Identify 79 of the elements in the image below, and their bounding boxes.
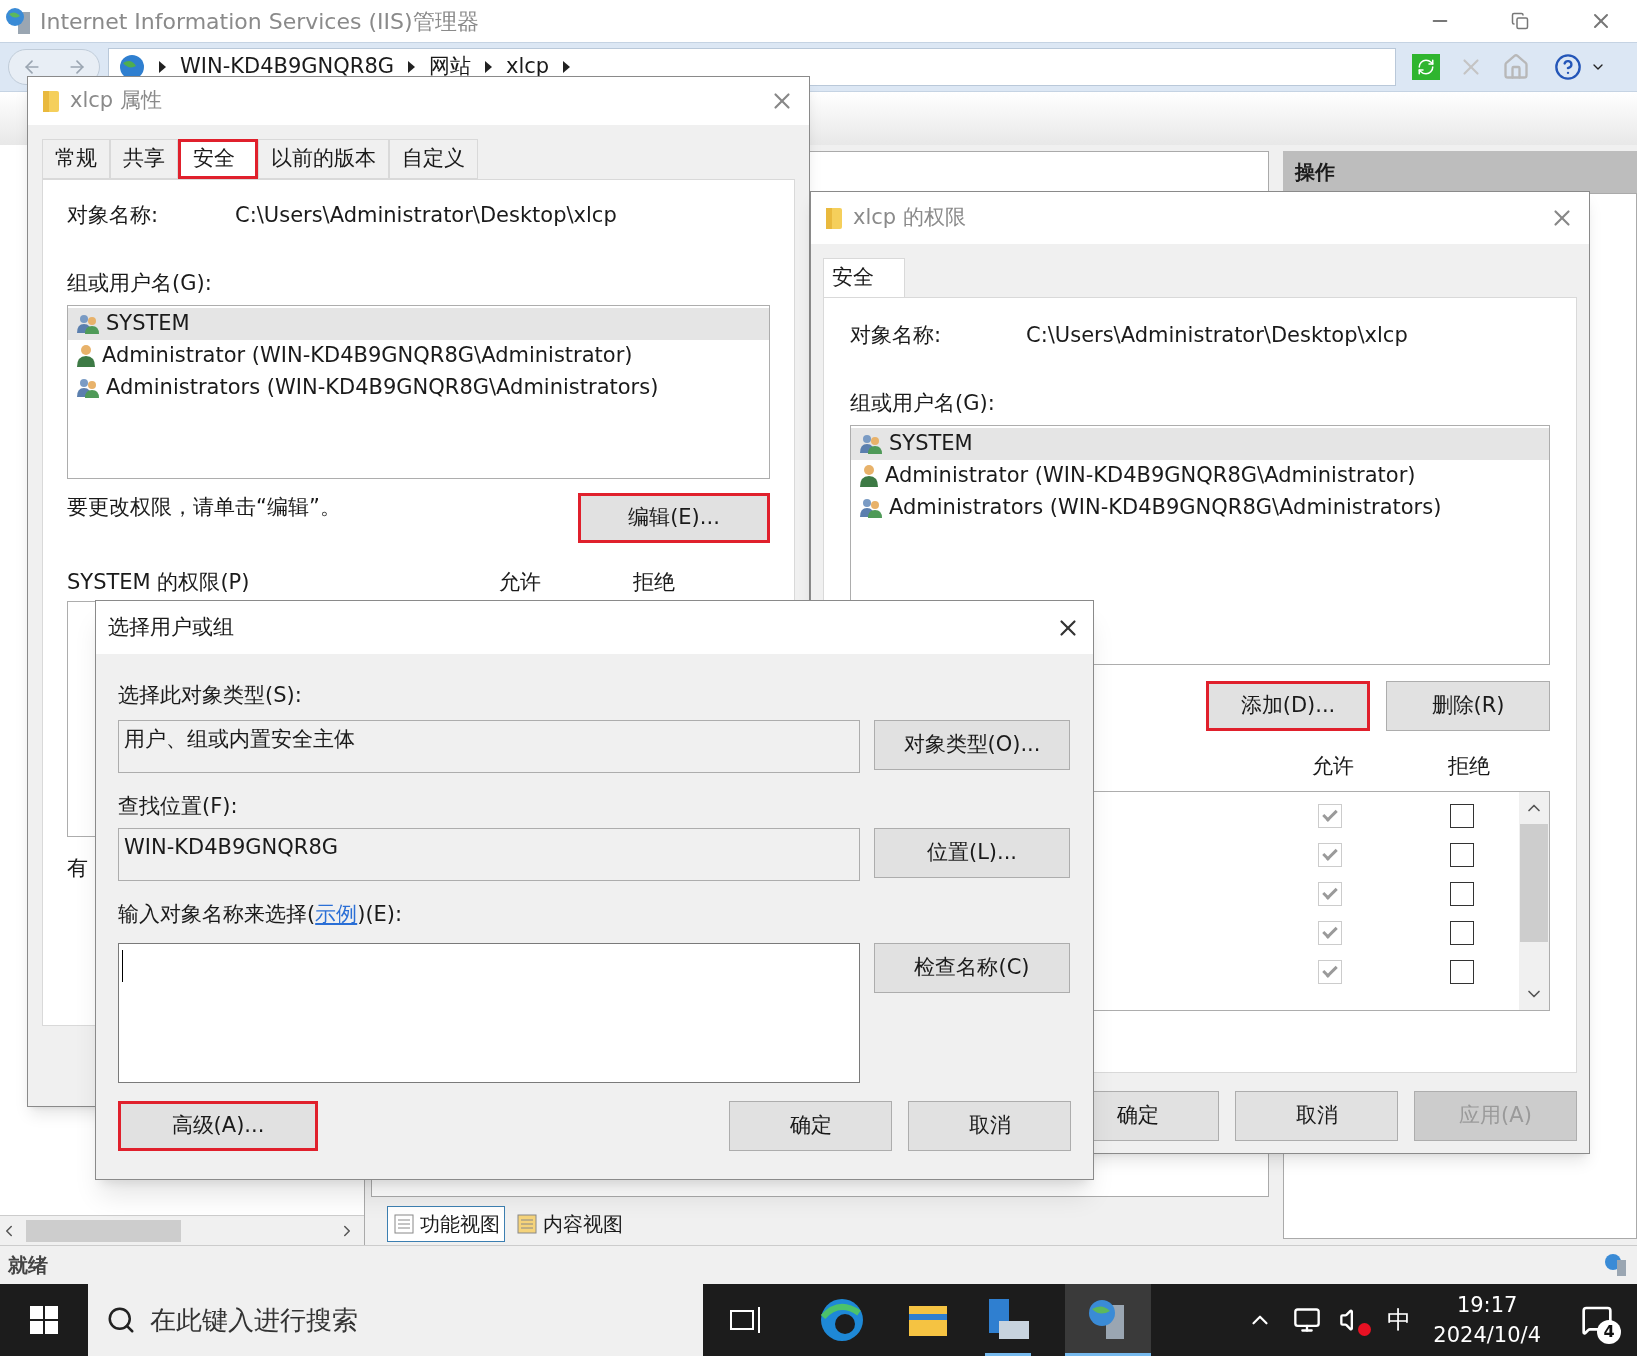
- dialog-title: xlcp 属性: [70, 87, 162, 115]
- input-method-indicator[interactable]: 中: [1387, 1302, 1412, 1338]
- browser-icon[interactable]: [819, 1297, 865, 1343]
- user-list-item[interactable]: Administrators (WIN-KD4B9GNQR8G\Administrators): [68, 372, 769, 404]
- user-list-item[interactable]: Administrator (WIN-KD4B9GNQR8G\Administrator): [851, 460, 1549, 492]
- user-list-item[interactable]: Administrators (WIN-KD4B9GNQR8G\Administrators): [851, 492, 1549, 524]
- folder-icon: [825, 206, 845, 230]
- checkbox[interactable]: [1450, 842, 1474, 867]
- column-header: 允许: [499, 569, 542, 596]
- search-box[interactable]: 在此键入进行搜索: [88, 1284, 703, 1356]
- tab[interactable]: 安全: [823, 258, 905, 298]
- list-view-icon: [392, 1212, 416, 1236]
- help-icon[interactable]: [1554, 53, 1582, 81]
- task-view-icon[interactable]: [729, 1305, 763, 1335]
- examples-link[interactable]: 示例: [315, 902, 358, 926]
- field-label: 选择此对象类型(S):: [118, 682, 303, 709]
- user-list-item[interactable]: Administrator (WIN-KD4B9GNQR8G\Administrator): [68, 340, 769, 372]
- hint-text: 要更改权限，请单击“编辑”。: [67, 494, 341, 522]
- checkbox[interactable]: [1450, 803, 1474, 828]
- object-path: C:\Users\Administrator\Desktop\xlcp: [1026, 322, 1408, 349]
- permissions-label: SYSTEM 的权限(P): [67, 569, 251, 596]
- checkbox[interactable]: [1450, 881, 1474, 906]
- dialog-title: 选择用户或组: [108, 613, 234, 641]
- folder-icon: [42, 89, 62, 113]
- field-label: 输入对象名称来选择(示例)(E):: [118, 901, 404, 928]
- edit-button[interactable]: 编辑(E)...: [578, 493, 770, 543]
- user-group-icon: [859, 433, 883, 455]
- column-header: 拒绝: [1448, 753, 1490, 780]
- advanced-button[interactable]: 高级(A)...: [118, 1100, 318, 1151]
- horizontal-scrollbar[interactable]: [0, 1215, 364, 1245]
- view-tab[interactable]: 内容视图: [511, 1206, 627, 1242]
- window-title: Internet Information Services (IIS)管理器: [40, 7, 479, 36]
- search-field[interactable]: 在此键入进行搜索: [150, 1300, 685, 1340]
- object-types-button[interactable]: 对象类型(O)...: [874, 719, 1070, 770]
- dialog-button[interactable]: 删除(R): [1386, 681, 1550, 731]
- checkbox[interactable]: [1450, 959, 1474, 984]
- restore-icon[interactable]: [1511, 12, 1529, 30]
- field-label: 查找位置(F):: [118, 792, 239, 820]
- tab[interactable]: 自定义: [389, 139, 478, 179]
- dialog-button[interactable]: 取消: [1235, 1091, 1398, 1141]
- user-group-icon: [76, 377, 100, 399]
- network-status-icon: [1603, 1252, 1629, 1278]
- actions-panel-header: 操作: [1283, 151, 1637, 193]
- checkbox[interactable]: [1450, 920, 1474, 945]
- view-tab[interactable]: 功能视图: [387, 1206, 505, 1242]
- tab[interactable]: 安全: [178, 139, 258, 179]
- folder-view-icon: [515, 1212, 539, 1236]
- object-path: C:\Users\Administrator\Desktop\xlcp: [235, 202, 617, 229]
- user-icon: [859, 464, 879, 488]
- network-icon[interactable]: [1293, 1306, 1322, 1334]
- column-header: 允许: [1312, 753, 1355, 780]
- dialog-title: xlcp 的权限: [853, 204, 966, 232]
- dialog-button[interactable]: 确定: [729, 1100, 892, 1151]
- vertical-scrollbar[interactable]: [1519, 791, 1549, 1010]
- refresh-icon[interactable]: [1412, 54, 1440, 80]
- locations-button[interactable]: 位置(L)...: [874, 828, 1070, 878]
- info-text: 有: [67, 854, 89, 882]
- user-list-item[interactable]: SYSTEM: [68, 308, 769, 340]
- user-group-icon: [76, 313, 100, 335]
- user-list-item[interactable]: SYSTEM: [851, 428, 1549, 460]
- field-label: 对象名称:: [850, 322, 943, 349]
- search-icon[interactable]: [106, 1305, 136, 1335]
- dialog-button[interactable]: 取消: [908, 1100, 1071, 1151]
- object-type-field[interactable]: 用户、组或内置安全主体: [118, 719, 860, 773]
- user-icon: [76, 344, 96, 368]
- object-names-field[interactable]: [118, 942, 860, 1083]
- status-text: 就绪: [8, 1252, 48, 1279]
- check-names-button[interactable]: 检查名称(C): [874, 942, 1070, 993]
- field-label: 组或用户名(G):: [67, 269, 213, 297]
- field-label: 对象名称:: [67, 202, 160, 229]
- field-label: 组或用户名(G):: [850, 389, 996, 417]
- tab[interactable]: 以前的版本: [258, 139, 389, 179]
- user-group-icon: [859, 497, 883, 519]
- location-field[interactable]: WIN-KD4B9GNQR8G: [118, 828, 860, 881]
- column-header: 拒绝: [633, 569, 675, 596]
- clock[interactable]: 19:17 2024/10/4: [1433, 1290, 1541, 1350]
- dialog-button[interactable]: 添加(D)...: [1206, 681, 1370, 731]
- tab[interactable]: 共享: [110, 139, 178, 179]
- tab[interactable]: 常规: [42, 139, 110, 179]
